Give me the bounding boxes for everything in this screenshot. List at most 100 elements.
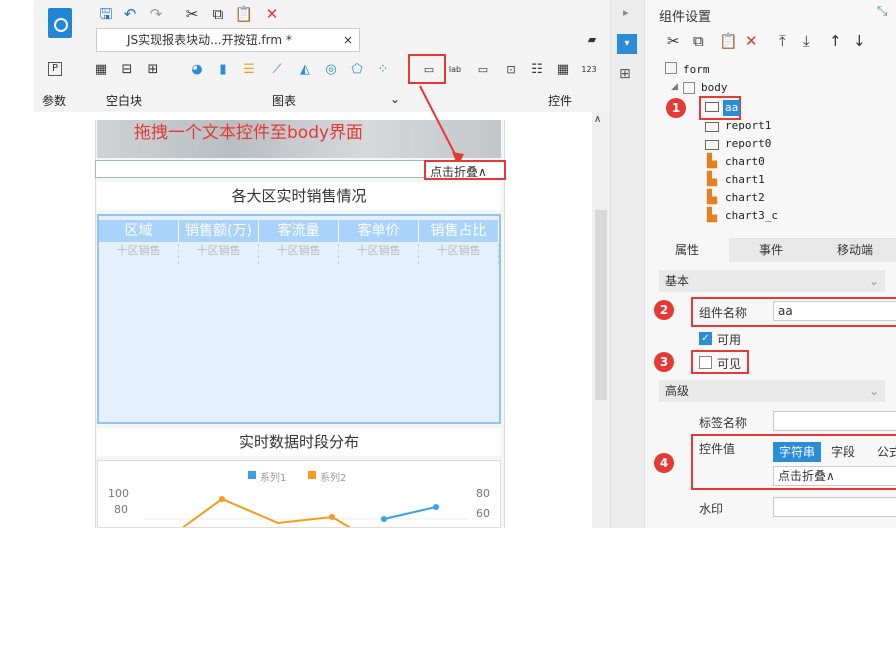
area-chart-icon[interactable]: ◭: [296, 62, 314, 78]
ribbon-group-controls: 控件: [548, 94, 573, 108]
section-advanced[interactable]: 高级 ⌄: [659, 380, 885, 402]
value-type-field[interactable]: 字段: [823, 442, 863, 462]
property-tabs: 属性 事件 移动端: [645, 238, 896, 262]
name-label: 组件名称: [699, 306, 748, 320]
table-cell: 十区销售: [419, 244, 499, 264]
panel-delete-icon[interactable]: ✕: [745, 32, 758, 50]
table-header-cell: 销售占比: [419, 220, 499, 242]
close-tab-icon[interactable]: ×: [343, 29, 353, 51]
tag-name-input[interactable]: [773, 411, 896, 431]
form-node-icon: [665, 62, 677, 74]
chart-node-icon: ▙: [707, 154, 717, 169]
table-cell: 十区销售: [179, 244, 259, 264]
designer-main: 🖫 ↶ ↷ ✂ ⧉ 📋 ✕ ⊞ JS实现报表块动...开按钮.frm * × ▰…: [34, 0, 610, 528]
hbar-chart-icon[interactable]: ☰: [240, 62, 258, 78]
layout-panel-icon[interactable]: ⊞: [619, 66, 631, 82]
visible-checkbox[interactable]: [699, 356, 712, 369]
gauge-chart-icon[interactable]: ◎: [322, 62, 340, 78]
redo-icon[interactable]: ↷: [146, 4, 166, 24]
blank-split-icon[interactable]: ⊟: [118, 62, 136, 78]
control-value-input[interactable]: 点击折叠∧: [773, 466, 896, 486]
date-control-icon[interactable]: ▦: [554, 62, 572, 78]
radar-chart-icon[interactable]: ⬠: [348, 62, 366, 78]
tree-item-chart1[interactable]: chart1: [725, 172, 765, 188]
delete-icon[interactable]: ✕: [262, 4, 282, 24]
tab-properties[interactable]: 属性: [645, 238, 729, 262]
blank-grid-icon[interactable]: ⊞: [144, 62, 162, 78]
value-label: 控件值: [699, 442, 736, 456]
component-panel-icon[interactable]: ▾: [617, 34, 637, 54]
section-basic-label: 基本: [665, 274, 690, 288]
chart-lines: [142, 496, 468, 527]
move-down-icon[interactable]: ↓: [853, 32, 866, 50]
step-badge-1: 1: [666, 98, 686, 118]
list-control-icon[interactable]: ☷: [528, 62, 546, 78]
table-header-cell: 销售额(万): [179, 220, 259, 242]
tree-item-body[interactable]: body: [701, 80, 728, 96]
panel-paste-icon[interactable]: 📋: [719, 32, 738, 50]
tree-expand-icon[interactable]: ◢: [671, 82, 678, 92]
pin-icon[interactable]: ▰: [582, 30, 602, 50]
sales-table[interactable]: 区域 销售额(万) 客流量 客单价 销售占比 十区销售 十区销售 十区销售 十区…: [97, 214, 501, 424]
component-settings-panel: 组件设置 ⤡ ✂ ⧉ 📋 ✕ ⤒ ⤓ ↑ ↓ form ◢ body aa re…: [644, 0, 896, 528]
tab-mobile[interactable]: 移动端: [813, 238, 896, 262]
table-cell: 十区销售: [339, 244, 419, 264]
report-node-icon: [705, 122, 719, 132]
sales-title: 各大区实时销售情况: [97, 182, 501, 210]
bar-chart-icon[interactable]: ▮: [214, 62, 232, 78]
annotation-arrow: [419, 85, 464, 166]
move-top-icon[interactable]: ⤒: [779, 32, 786, 50]
pie-chart-icon[interactable]: ◕: [188, 62, 206, 78]
canvas-scroll-thumb[interactable]: [595, 210, 607, 400]
tree-item-aa[interactable]: aa: [723, 100, 741, 116]
scatter-chart-icon[interactable]: ⁘: [374, 62, 392, 78]
ribbon-group-blank: 空白块: [106, 94, 143, 108]
combo-control-icon[interactable]: ⊡: [502, 62, 520, 78]
copy-icon[interactable]: ⧉: [208, 4, 228, 24]
component-name-input[interactable]: aa: [773, 301, 896, 321]
chart-node-icon: ▙: [707, 208, 717, 223]
collapse-panel-icon[interactable]: ▸: [623, 6, 629, 19]
tree-item-chart0[interactable]: chart0: [725, 154, 765, 170]
save-icon[interactable]: 🖫: [96, 4, 116, 24]
chart-expand-icon[interactable]: ⌄: [390, 92, 400, 106]
move-bottom-icon[interactable]: ⤓: [803, 32, 810, 50]
move-up-icon[interactable]: ↑: [829, 32, 842, 50]
tree-item-report1[interactable]: report1: [725, 118, 771, 134]
ribbon-group-chart: 图表: [272, 94, 297, 108]
time-chart[interactable]: 系列1 系列2 100 80 80 60: [97, 460, 501, 528]
blank-block-icon[interactable]: ▦: [92, 62, 110, 78]
tree-item-chart2[interactable]: chart2: [725, 190, 765, 206]
scroll-up-icon[interactable]: ∧: [594, 114, 601, 125]
enabled-label: 可用: [717, 333, 742, 347]
params-icon[interactable]: P: [48, 62, 62, 76]
watermark-input[interactable]: [773, 497, 896, 517]
section-basic[interactable]: 基本 ⌄: [659, 270, 885, 292]
tab-events[interactable]: 事件: [729, 238, 813, 262]
expand-panel-icon[interactable]: ⤡: [877, 4, 887, 19]
section-advanced-label: 高级: [665, 384, 690, 398]
step-badge-4: 4: [654, 453, 674, 473]
app-logo-icon[interactable]: [48, 8, 72, 38]
button-control-icon[interactable]: ▭: [474, 62, 492, 78]
tree-item-report0[interactable]: report0: [725, 136, 771, 152]
line-chart-icon[interactable]: ⟋: [268, 62, 286, 78]
value-type-formula[interactable]: 公式: [867, 442, 896, 462]
chart-node-icon: ▙: [707, 172, 717, 187]
paste-icon[interactable]: 📋: [234, 4, 254, 24]
number-control-icon[interactable]: 123: [580, 62, 598, 78]
panel-cut-icon[interactable]: ✂: [667, 32, 680, 50]
tree-item-chart3_c[interactable]: chart3_c: [725, 208, 778, 224]
value-type-string[interactable]: 字符串: [773, 442, 821, 462]
panel-title: 组件设置: [659, 10, 712, 25]
enabled-checkbox[interactable]: ✓: [699, 332, 712, 345]
undo-icon[interactable]: ↶: [120, 4, 140, 24]
cut-icon[interactable]: ✂: [182, 4, 202, 24]
tree-item-form[interactable]: form: [683, 62, 710, 78]
watermark-label: 水印: [699, 502, 724, 516]
document-tab[interactable]: JS实现报表块动...开按钮.frm * ×: [96, 28, 360, 52]
time-distribution-title: 实时数据时段分布: [97, 428, 501, 456]
label-control-icon[interactable]: lab: [446, 62, 464, 78]
panel-copy-icon[interactable]: ⧉: [693, 32, 704, 50]
table-header-cell: 区域: [99, 220, 179, 242]
